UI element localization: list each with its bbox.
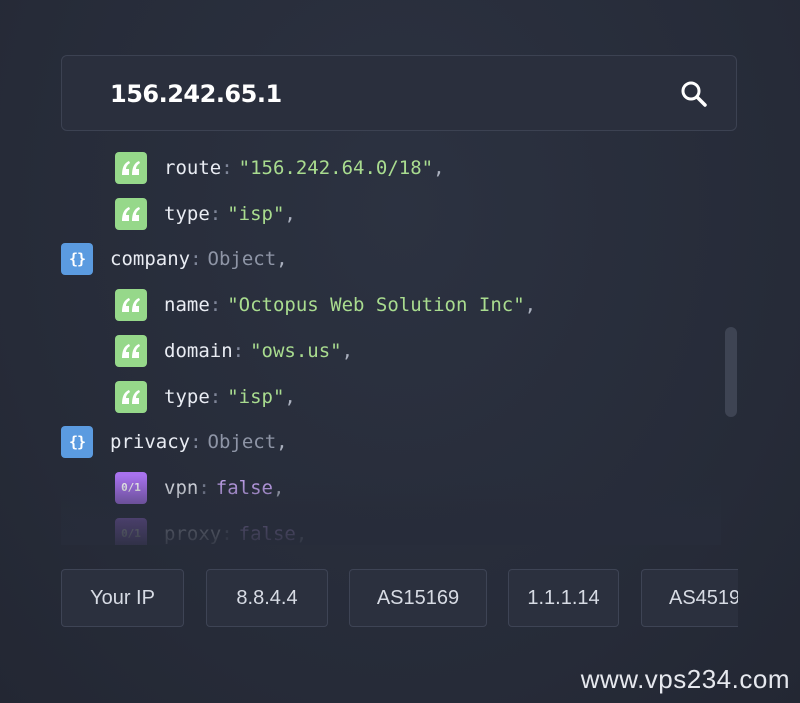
boolean-icon: 0/1: [121, 527, 141, 541]
quote-icon: [122, 298, 140, 313]
search-button[interactable]: [678, 78, 710, 110]
string-type-badge: [115, 152, 147, 184]
json-value: "isp": [227, 202, 285, 225]
object-type-badge: {}: [61, 426, 93, 459]
json-comma: ,: [272, 476, 285, 499]
json-key: type: [164, 202, 210, 225]
json-row-name: name: "Octopus Web Solution Inc",: [115, 289, 537, 322]
json-comma: ,: [284, 202, 296, 225]
json-colon: :: [232, 339, 245, 362]
json-key: company: [110, 248, 191, 271]
json-colon: :: [221, 522, 233, 545]
object-type-badge: {}: [61, 243, 93, 276]
quote-icon: [122, 389, 140, 404]
object-braces-icon: {}: [68, 433, 86, 452]
json-row-domain: domain: "ows.us",: [115, 334, 354, 367]
json-value: Object: [207, 431, 277, 454]
json-key: name: [164, 294, 210, 317]
json-value: "Octopus Web Solution Inc": [227, 294, 525, 317]
json-colon: :: [209, 294, 222, 317]
chip-label: AS15169: [376, 586, 460, 609]
json-value: false: [215, 476, 273, 499]
json-comma: ,: [524, 294, 537, 317]
json-scrollbar[interactable]: [725, 327, 737, 417]
string-type-badge: [115, 197, 147, 230]
json-row-type: type: "isp",: [115, 197, 296, 230]
json-key: domain: [164, 339, 233, 362]
json-row-route: route: "156.242.64.0/18",: [115, 152, 445, 184]
boolean-icon: 0/1: [121, 481, 141, 495]
json-row-proxy: 0/1 proxy: false,: [115, 517, 308, 545]
json-colon: :: [190, 431, 202, 454]
json-comma: ,: [284, 385, 296, 408]
json-colon: :: [209, 202, 222, 225]
chip-1-1-1-14[interactable]: 1.1.1.14: [508, 569, 619, 627]
json-comma: ,: [276, 431, 288, 454]
json-row-company[interactable]: {} company: Object,: [61, 243, 288, 276]
json-comma: ,: [295, 522, 308, 545]
boolean-type-badge: 0/1: [115, 471, 147, 504]
json-key: type: [164, 385, 210, 408]
quick-lookup-chips: Your IP 8.8.4.4 AS15169 1.1.1.14 AS4519: [61, 569, 738, 629]
json-colon: :: [209, 385, 222, 408]
json-value: false: [238, 522, 296, 545]
json-row-vpn: 0/1 vpn: false,: [115, 471, 285, 504]
json-key: privacy: [110, 431, 191, 454]
chip-your-ip[interactable]: Your IP: [61, 569, 184, 627]
json-colon: :: [221, 157, 233, 179]
json-comma: ,: [433, 157, 445, 179]
ipinfo-widget: route:"156.242.64.0/18",type:"isp",{}com…: [0, 0, 800, 703]
quote-icon: [122, 161, 140, 175]
boolean-type-badge: 0/1: [115, 517, 147, 545]
json-comma: ,: [341, 339, 354, 362]
string-type-badge: [115, 380, 147, 413]
json-value: "isp": [227, 385, 285, 408]
json-key: proxy: [164, 522, 222, 545]
search-icon: [681, 81, 707, 107]
json-row-type: type: "isp",: [115, 380, 296, 413]
json-colon: :: [190, 248, 202, 271]
string-type-badge: [115, 289, 147, 322]
json-comma: ,: [276, 248, 288, 271]
json-value: "156.242.64.0/18": [238, 157, 434, 179]
json-colon: :: [198, 476, 210, 499]
chip-as4519[interactable]: AS4519: [641, 569, 738, 627]
chip-label: 8.8.4.4: [236, 586, 298, 609]
json-row-privacy[interactable]: {} privacy: Object,: [61, 426, 288, 459]
json-value: Object: [207, 248, 277, 271]
watermark: www.vps234.com: [580, 664, 790, 694]
json-key: vpn: [164, 476, 199, 499]
quote-icon: [122, 343, 140, 358]
chip-as15169[interactable]: AS15169: [349, 569, 487, 627]
json-viewer[interactable]: route: "156.242.64.0/18", type: "isp",{} com…: [61, 145, 721, 545]
json-key: route: [164, 157, 222, 179]
ip-search-input[interactable]: [110, 76, 650, 112]
quote-icon: [122, 206, 140, 221]
chip-label: Your IP: [90, 586, 155, 609]
chip-8-8-4-4[interactable]: 8.8.4.4: [206, 569, 328, 627]
json-value: "ows.us": [250, 339, 342, 362]
chip-label: AS4519: [669, 586, 738, 609]
chip-label: 1.1.1.14: [527, 586, 600, 609]
object-braces-icon: {}: [68, 250, 86, 269]
search-box: [61, 55, 737, 131]
string-type-badge: [115, 334, 147, 367]
